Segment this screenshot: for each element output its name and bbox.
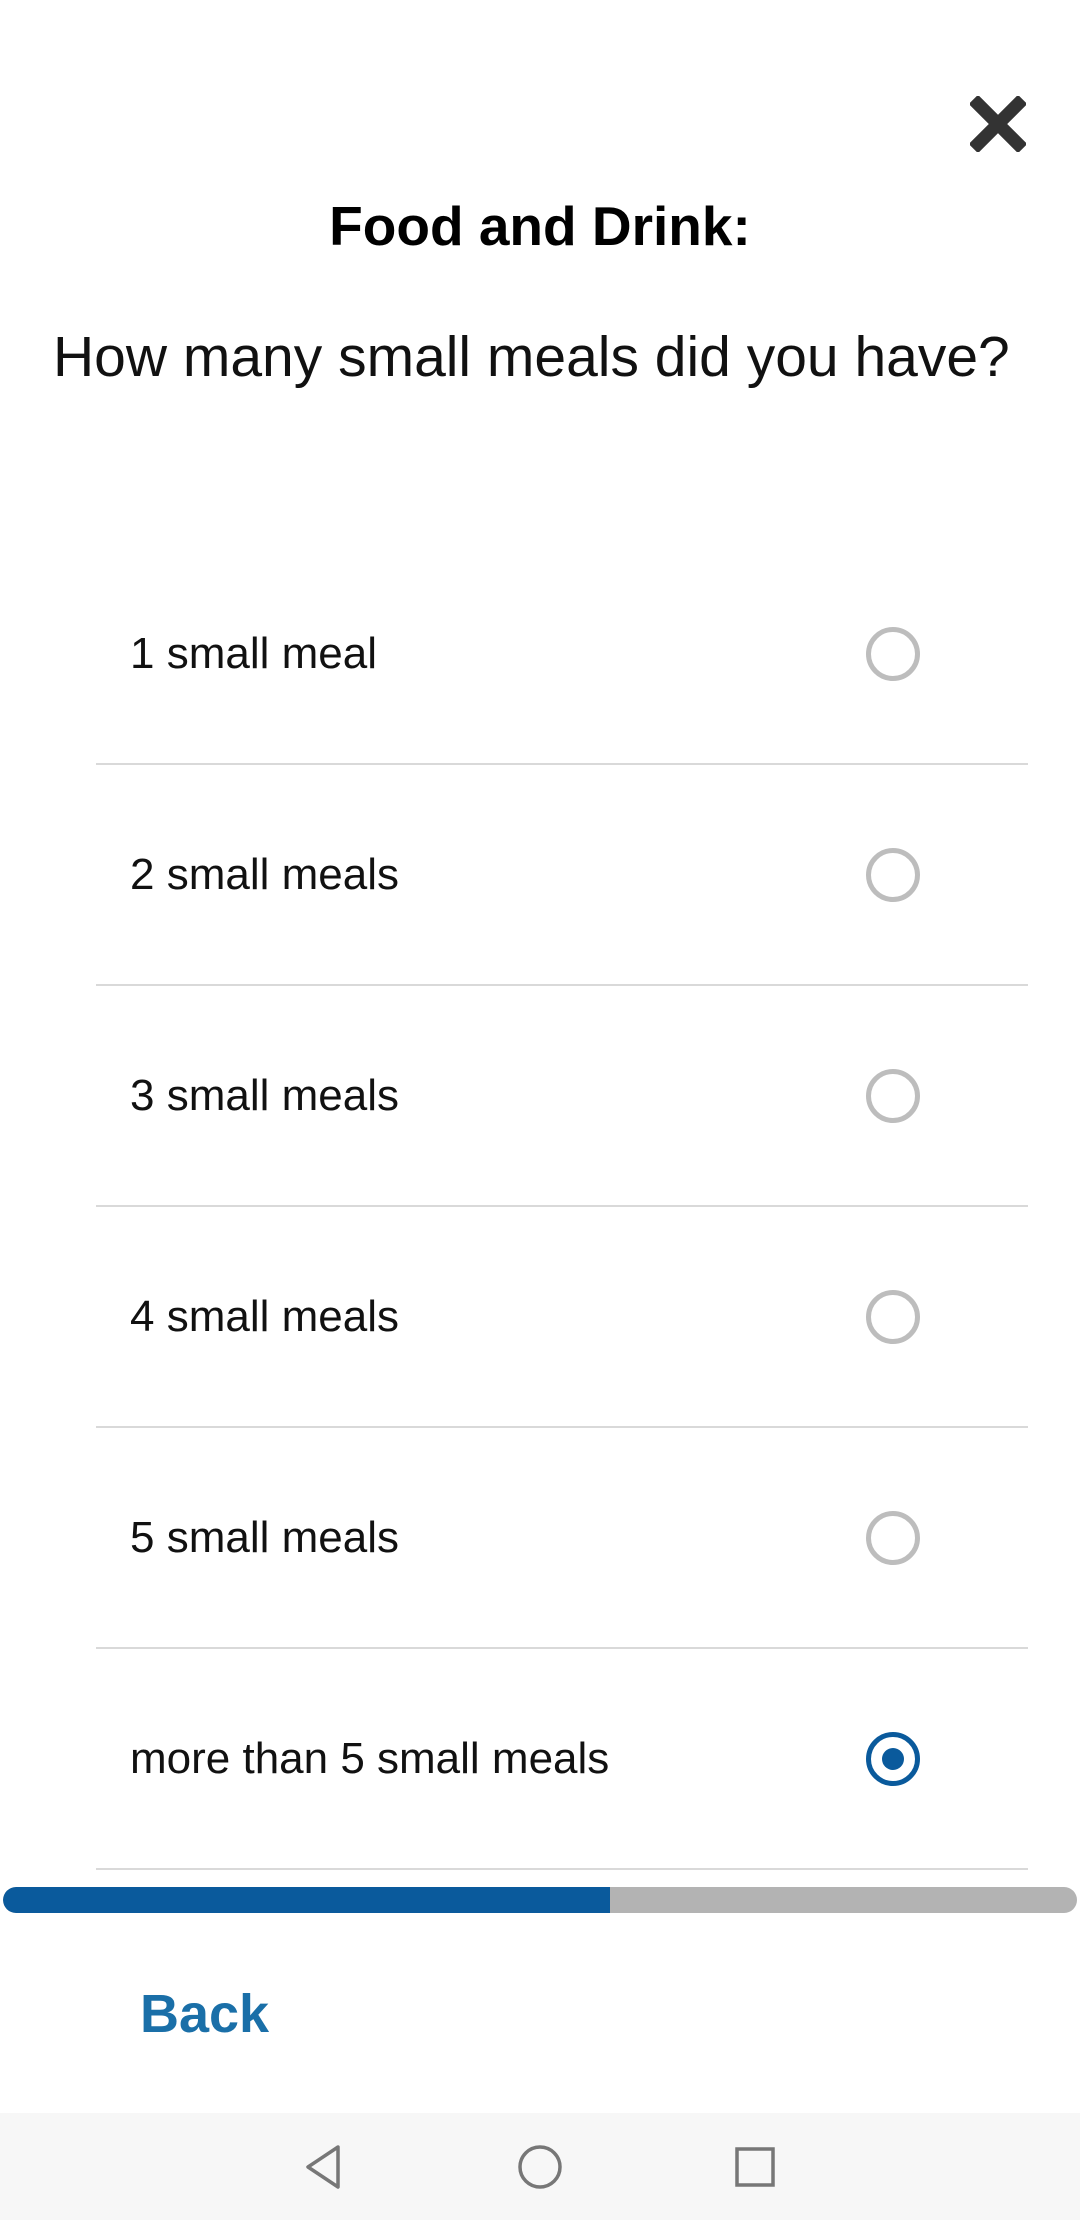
back-button[interactable]: Back xyxy=(140,1976,269,2052)
question-text: How many small meals did you have? xyxy=(53,325,1010,389)
back-triangle-icon xyxy=(306,2145,340,2189)
option-label: 4 small meals xyxy=(130,1291,399,1341)
close-icon xyxy=(970,96,1026,152)
option-row-1[interactable]: 1 small meal xyxy=(96,544,1028,765)
progress-bar-fill xyxy=(3,1887,610,1913)
system-navigation-bar xyxy=(0,2113,1080,2220)
option-label: 2 small meals xyxy=(130,849,399,899)
nav-home-button[interactable] xyxy=(508,2135,572,2199)
page-title: Food and Drink: xyxy=(329,195,751,257)
home-circle-icon xyxy=(518,2145,562,2189)
option-row-5[interactable]: 5 small meals xyxy=(96,1428,1028,1649)
option-row-3[interactable]: 3 small meals xyxy=(96,986,1028,1207)
radio-button[interactable] xyxy=(866,1068,920,1123)
option-row-4[interactable]: 4 small meals xyxy=(96,1207,1028,1428)
option-label: 1 small meal xyxy=(130,628,377,678)
progress-bar xyxy=(3,1887,1077,1913)
screen: Food and Drink: How many small meals did… xyxy=(0,0,1080,2220)
close-button[interactable] xyxy=(962,88,1034,160)
option-row-2[interactable]: 2 small meals xyxy=(96,765,1028,986)
option-label: 5 small meals xyxy=(130,1512,399,1562)
option-label: more than 5 small meals xyxy=(130,1733,610,1783)
recents-square-icon xyxy=(735,2147,775,2187)
nav-back-button[interactable] xyxy=(292,2135,356,2199)
option-label: 3 small meals xyxy=(130,1070,399,1120)
nav-recents-button[interactable] xyxy=(723,2135,787,2199)
answer-options-list: 1 small meal 2 small meals 3 small meals… xyxy=(96,544,1028,1870)
radio-button[interactable] xyxy=(866,626,920,681)
radio-button[interactable] xyxy=(866,847,920,902)
option-row-6[interactable]: more than 5 small meals xyxy=(96,1649,1028,1870)
radio-button[interactable] xyxy=(866,1289,920,1344)
radio-button[interactable] xyxy=(866,1510,920,1565)
radio-button[interactable] xyxy=(866,1731,920,1786)
